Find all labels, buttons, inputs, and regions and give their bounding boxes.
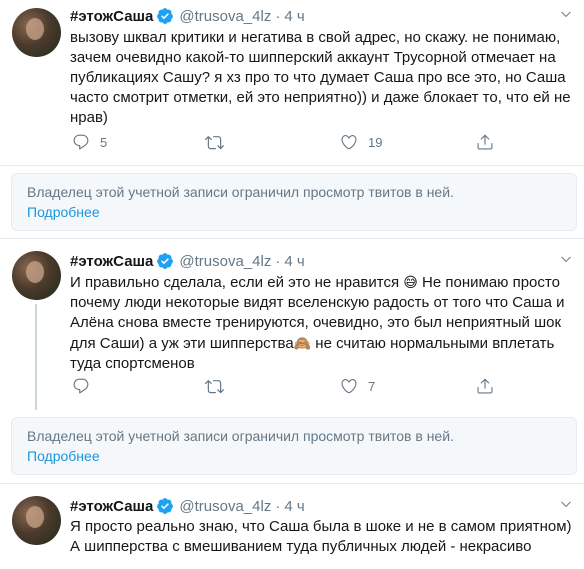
caret-down-icon[interactable] — [560, 498, 572, 513]
share-icon — [477, 378, 493, 394]
caret-down-icon[interactable] — [560, 8, 572, 23]
tweet-text: вызову шквал критики и негатива в свой а… — [70, 29, 575, 126]
author-name[interactable]: #этожСаша — [70, 498, 153, 515]
reply-button[interactable]: 5 — [72, 133, 107, 151]
avatar[interactable] — [12, 8, 61, 57]
tweet-time[interactable]: 4 ч — [284, 8, 304, 25]
tweet-header: #этожСаша @trusova_4lz · 4 ч — [70, 6, 305, 26]
like-count: 19 — [368, 134, 383, 150]
share-icon — [477, 134, 493, 150]
author-name[interactable]: #этожСаша — [70, 253, 153, 270]
verified-badge-icon — [156, 252, 174, 270]
retweet-button[interactable] — [205, 377, 234, 396]
sweat-smile-emoji-icon: 😅 — [403, 274, 418, 290]
retweet-icon — [205, 136, 224, 150]
notice-text: Владелец этой учетной записи ограничил п… — [27, 184, 454, 200]
separator-dot: · — [275, 7, 281, 25]
author-handle[interactable]: @trusova_4lz — [179, 253, 271, 270]
notice-text: Владелец этой учетной записи ограничил п… — [27, 428, 454, 444]
restricted-notice: Владелец этой учетной записи ограничил п… — [11, 173, 577, 231]
verified-badge-icon — [156, 497, 174, 515]
like-count: 7 — [368, 378, 376, 394]
thread-line — [35, 304, 37, 410]
tweet-text-part: И правильно сделала, если ей это не нрав… — [70, 274, 404, 291]
share-button[interactable] — [476, 133, 494, 151]
divider — [0, 238, 584, 239]
tweet-3[interactable]: #этожСаша @trusova_4lz · 4 ч Я просто ре… — [0, 485, 584, 569]
verified-badge-icon — [156, 7, 174, 25]
author-name[interactable]: #этожСаша — [70, 8, 153, 25]
like-button[interactable]: 19 — [340, 133, 382, 151]
divider — [0, 483, 584, 484]
retweet-button[interactable] — [205, 133, 234, 152]
like-icon — [341, 135, 357, 150]
tweet-2[interactable]: #этожСаша @trusova_4lz · 4 ч И правильно… — [0, 240, 584, 410]
reply-count: 5 — [100, 134, 108, 150]
author-handle[interactable]: @trusova_4lz — [179, 498, 271, 515]
reply-button[interactable] — [72, 377, 100, 395]
learn-more-link[interactable]: Подробнее — [27, 204, 100, 220]
restricted-notice: Владелец этой учетной записи ограничил п… — [11, 417, 577, 475]
author-handle[interactable]: @trusova_4lz — [179, 8, 271, 25]
like-button[interactable]: 7 — [340, 377, 375, 395]
share-button[interactable] — [476, 377, 494, 395]
reply-icon — [73, 378, 89, 394]
tweet-text: Я просто реально знаю, что Саша была в ш… — [70, 518, 576, 555]
tweet-time[interactable]: 4 ч — [284, 253, 304, 270]
caret-down-icon[interactable] — [560, 253, 572, 268]
reply-icon — [73, 134, 89, 150]
see-no-evil-emoji-icon: 🙈 — [293, 335, 312, 351]
separator-dot: · — [275, 497, 281, 515]
like-icon — [341, 379, 357, 394]
separator-dot: · — [275, 252, 281, 270]
tweet-actions: 5 19 — [70, 133, 500, 153]
divider — [0, 165, 584, 166]
retweet-icon — [205, 380, 224, 394]
tweet-1[interactable]: #этожСаша @trusova_4lz · 4 ч вызову шква… — [0, 0, 584, 165]
avatar[interactable] — [12, 496, 61, 545]
tweet-header: #этожСаша @trusova_4lz · 4 ч — [70, 251, 305, 271]
tweet-text: И правильно сделала, если ей это не нрав… — [70, 272, 575, 374]
tweet-actions: 7 — [70, 377, 500, 397]
avatar[interactable] — [12, 251, 61, 300]
tweet-time[interactable]: 4 ч — [284, 498, 304, 515]
tweet-header: #этожСаша @trusova_4lz · 4 ч — [70, 496, 305, 516]
learn-more-link[interactable]: Подробнее — [27, 448, 100, 464]
